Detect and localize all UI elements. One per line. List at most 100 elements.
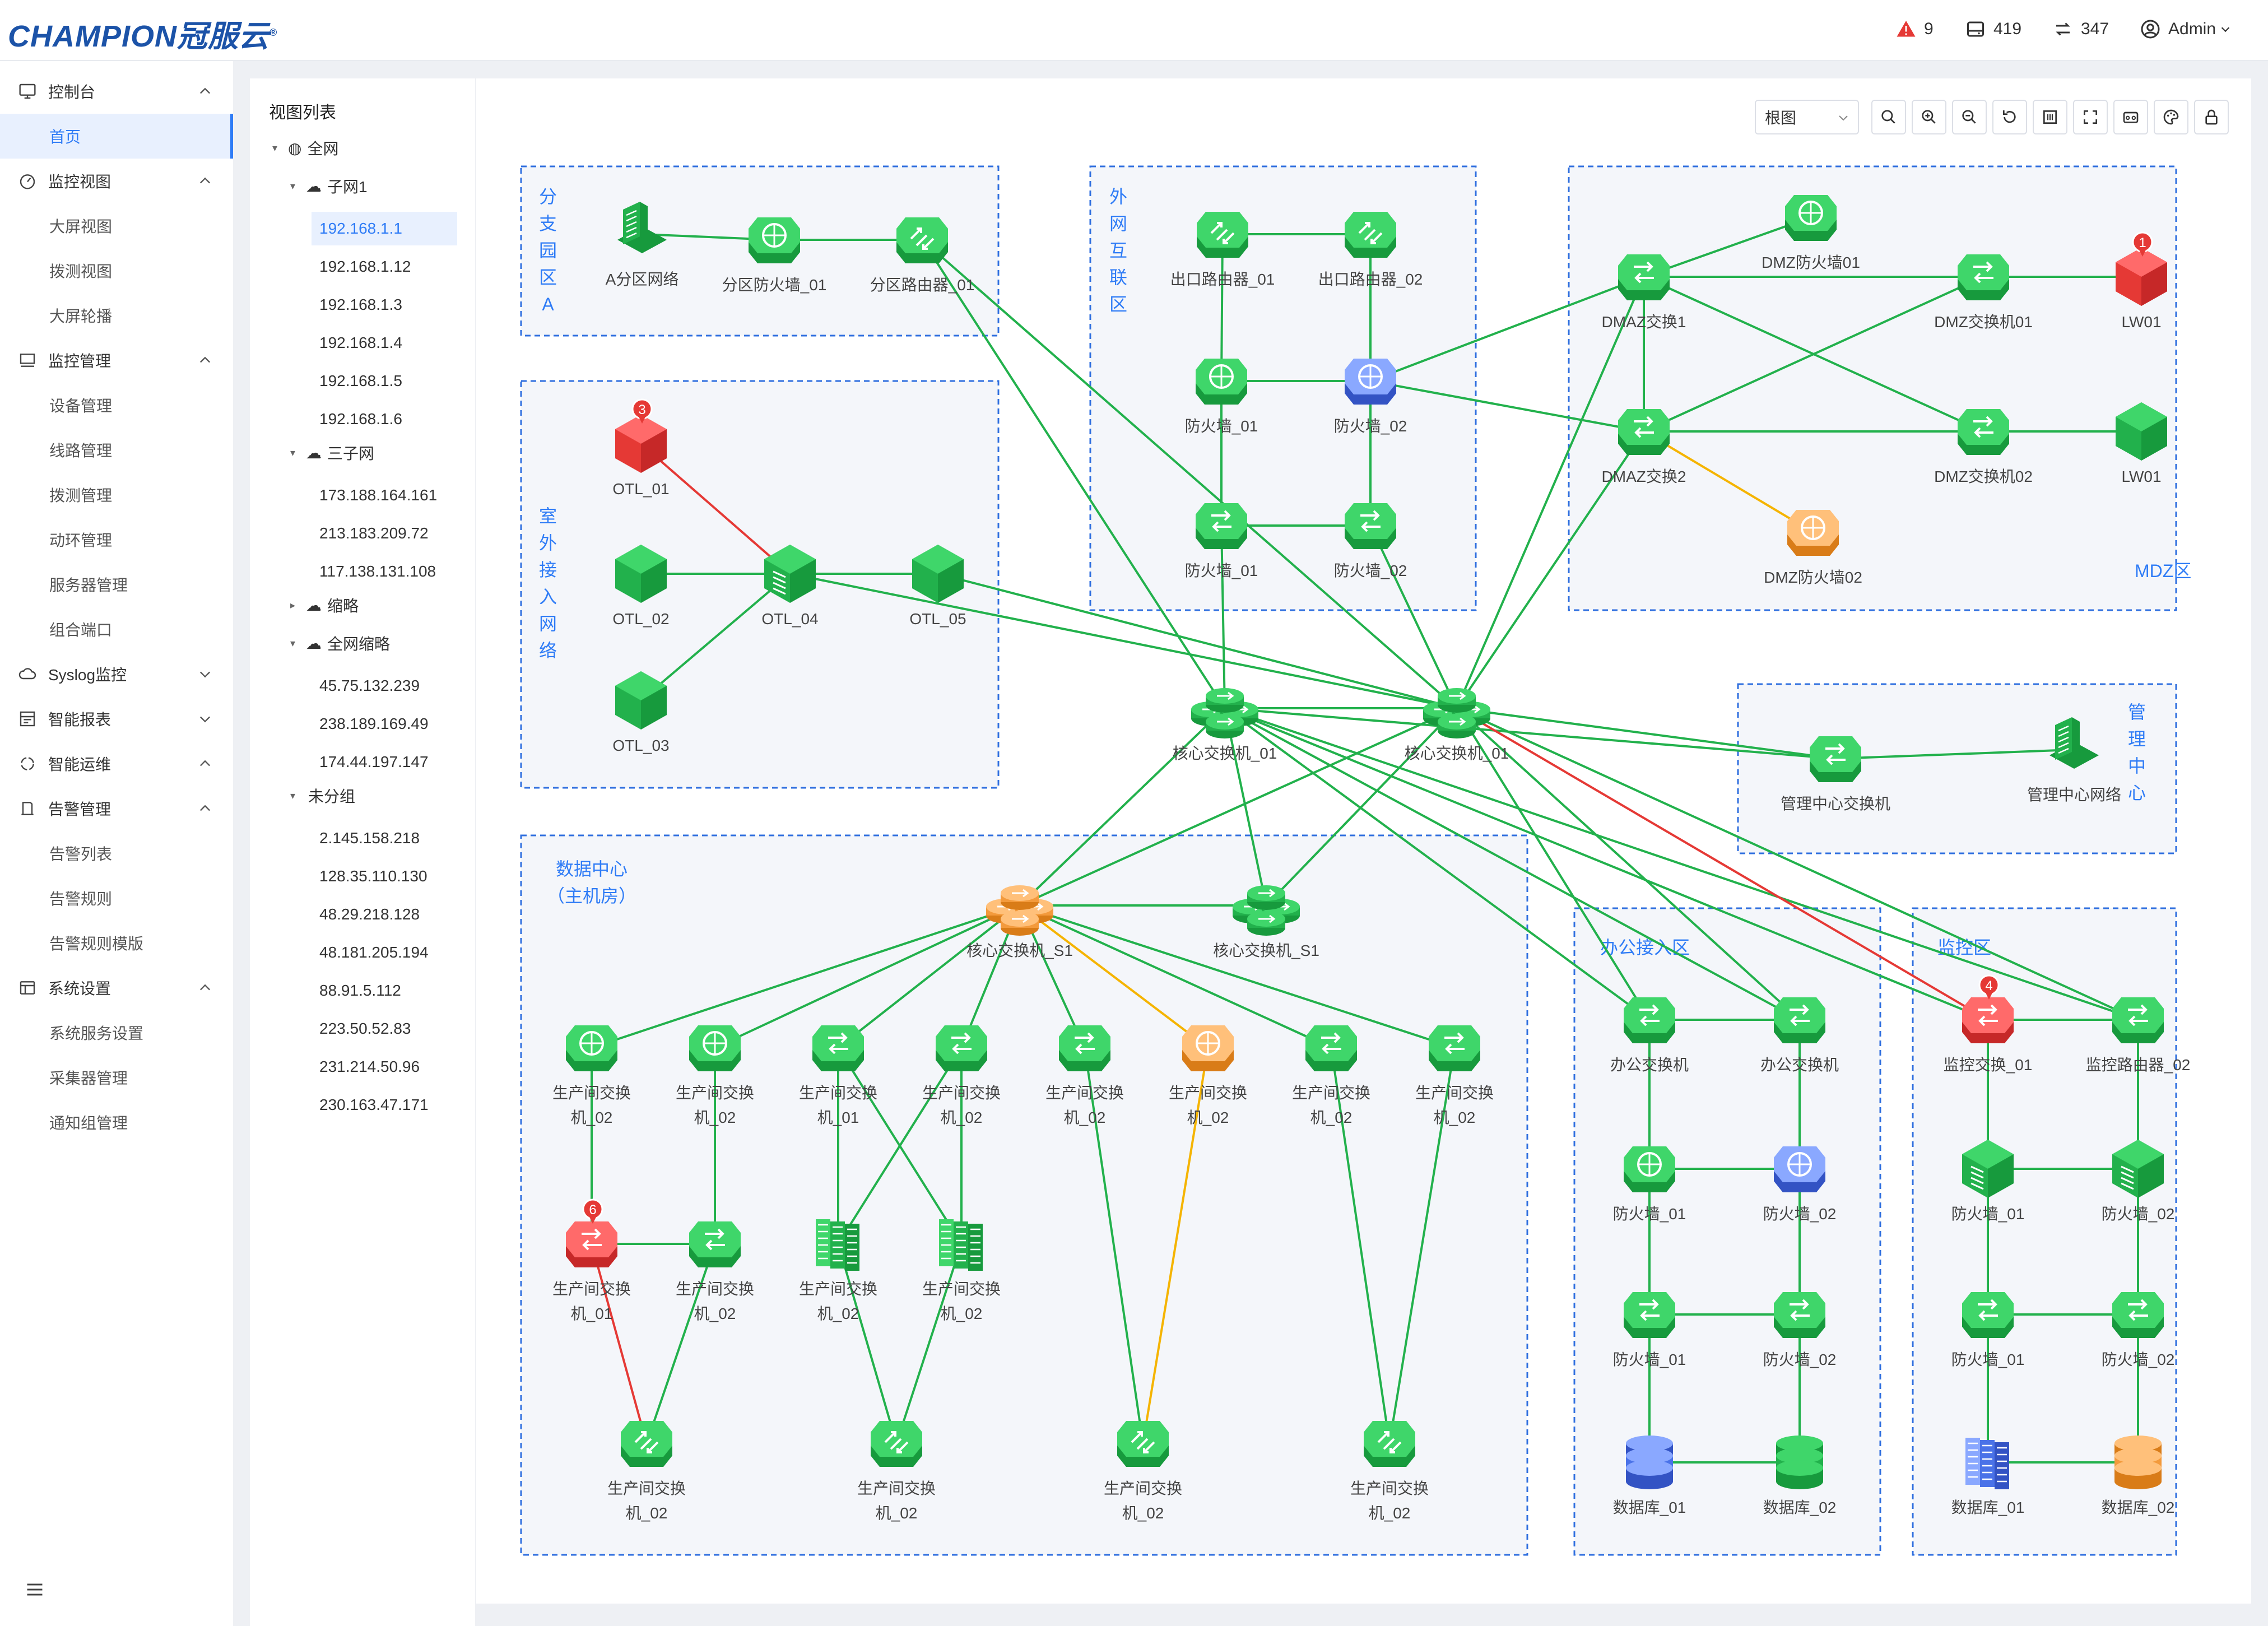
menu-syslog-label: Syslog监控: [48, 666, 127, 684]
zone-label: 外网互联区: [1109, 187, 1127, 314]
tree-group-label: 全网缩略: [327, 635, 391, 653]
chevron-up-icon: [200, 177, 210, 184]
tree-ip-item[interactable]: 230.163.47.171: [312, 1088, 457, 1122]
node-label: 防火墙_01: [1951, 1205, 2025, 1223]
node-label: 数据库_02: [2102, 1499, 2175, 1516]
zone-external[interactable]: [1089, 165, 1477, 611]
menu-report[interactable]: 智能报表: [0, 696, 233, 741]
node-core[interactable]: 核心交换机_01: [1173, 688, 1277, 762]
tree-ip-item[interactable]: 128.35.110.130: [312, 860, 457, 893]
node-cubeserver[interactable]: OTL_04: [761, 545, 819, 628]
tree-ip-item[interactable]: 192.168.1.12: [312, 250, 457, 284]
device-count[interactable]: 419: [1965, 19, 2021, 39]
tree-ip-item[interactable]: 231.214.50.96: [312, 1050, 457, 1084]
menu-carousel[interactable]: 大屏轮播: [0, 293, 233, 338]
tree-ip-item[interactable]: 117.138.131.108: [312, 555, 457, 588]
tree-ip-item[interactable]: 174.44.197.147: [312, 745, 457, 779]
zone-office[interactable]: [1573, 907, 1881, 1556]
menu-service-settings[interactable]: 系统服务设置: [0, 1010, 233, 1055]
node-label: 监控交换_01: [1944, 1056, 2033, 1074]
node-label: LW01: [2121, 468, 2161, 485]
menu-dialtest-view[interactable]: 拨测视图: [0, 248, 233, 293]
tree-ip-item[interactable]: 192.168.1.3: [312, 288, 457, 322]
menu-collector[interactable]: 采集器管理: [0, 1055, 233, 1100]
brand-logo[interactable]: CHAMPION冠服云®: [8, 11, 277, 55]
link-count[interactable]: 347: [2053, 19, 2109, 39]
user-menu[interactable]: Admin: [2140, 19, 2232, 39]
menu-alarm-template[interactable]: 告警规则模版: [0, 921, 233, 965]
menu-report-label: 智能报表: [48, 711, 111, 728]
alert-count[interactable]: 9: [1896, 19, 1934, 39]
menu-syslog[interactable]: Syslog监控: [0, 652, 233, 696]
node-label: 管理中心网络: [2027, 786, 2121, 803]
tree-group-subnet3[interactable]: ▾ ☁ 三子网: [290, 442, 374, 464]
tree-ip-item[interactable]: 48.181.205.194: [312, 936, 457, 969]
tree-ip-item[interactable]: 45.75.132.239: [312, 669, 457, 703]
settings-icon: [18, 978, 37, 997]
caret-right-icon: ▸: [290, 599, 296, 611]
user-icon: [2141, 20, 2160, 39]
tree-ip-item[interactable]: 88.91.5.112: [312, 974, 457, 1007]
caret-down-icon: ▾: [272, 142, 278, 154]
tree-ip-item[interactable]: 192.168.1.4: [312, 326, 457, 360]
node-cube[interactable]: LW01: [2116, 402, 2167, 485]
menu-dialtest-manage[interactable]: 拨测管理: [0, 472, 233, 517]
menu-notify-group[interactable]: 通知组管理: [0, 1100, 233, 1145]
cloud-icon: ☁: [306, 177, 322, 195]
tree-ip-item[interactable]: 192.168.1.1: [312, 212, 457, 245]
tree-ip-item[interactable]: 213.183.209.72: [312, 517, 457, 550]
menu-bigscreen[interactable]: 大屏视图: [0, 203, 233, 248]
menu-console[interactable]: 控制台: [0, 69, 233, 114]
tree-group-ungrouped[interactable]: ▾ 未分组: [290, 784, 355, 807]
topology-graph[interactable]: 分支园区 A外网互联区MDZ区室外接入网络管理中心数据中心（主机房）办公接入区 监控…: [476, 78, 2251, 1604]
tree-ip-item[interactable]: 192.168.1.5: [312, 364, 457, 398]
tree-group-all-thumb[interactable]: ▾ ☁ 全网缩略: [290, 632, 390, 654]
tree-ip-item[interactable]: 192.168.1.6: [312, 402, 457, 436]
node-label: DMAZ交换1: [1602, 313, 1686, 331]
menu-device-manage[interactable]: 设备管理: [0, 383, 233, 428]
alarm-badge-count: 1: [2139, 235, 2146, 250]
caret-down-icon: ▾: [290, 180, 296, 192]
caret-down-icon: ▾: [290, 789, 296, 801]
node-cube[interactable]: OTL_05: [909, 545, 966, 628]
tree-group-thumb[interactable]: ▸ ☁ 缩略: [290, 594, 359, 616]
menu-console-label: 控制台: [48, 83, 96, 101]
menu-line-manage[interactable]: 线路管理: [0, 428, 233, 472]
tree-ip-item[interactable]: 238.189.169.49: [312, 707, 457, 741]
menu-alarm[interactable]: 告警管理: [0, 786, 233, 831]
menu-ops[interactable]: 智能运维: [0, 741, 233, 786]
node-label: 数据库_01: [1613, 1499, 1686, 1516]
menu-server-manage[interactable]: 服务器管理: [0, 562, 233, 607]
link-count-value: 347: [2081, 20, 2109, 38]
menu-alarm-list[interactable]: 告警列表: [0, 831, 233, 876]
node-label: OTL_01: [612, 480, 669, 498]
menu-monitor-manage[interactable]: 监控管理: [0, 338, 233, 383]
menu-settings[interactable]: 系统设置: [0, 965, 233, 1010]
menu-home[interactable]: 首页: [0, 114, 233, 159]
tree-root[interactable]: ▾ ◍ 全网: [272, 137, 338, 159]
menu-alarm-rule[interactable]: 告警规则: [0, 876, 233, 921]
tree-ip-item[interactable]: 173.188.164.161: [312, 478, 457, 512]
node-label: 防火墙_01: [1613, 1351, 1686, 1368]
node-label: 防火墙_02: [1763, 1205, 1837, 1223]
node-cube[interactable]: OTL_03: [612, 671, 670, 754]
menu-toggle-icon[interactable]: [25, 1579, 45, 1600]
topology-canvas[interactable]: 根图 分支园区 A 外网互联区 MDZ区 室外接入网络 管理中心 数据中心（主机房） 办公接入…: [476, 78, 2251, 1604]
alarm-badge-count: 4: [1985, 978, 1992, 993]
menu-combo-port[interactable]: 组合端口: [0, 607, 233, 652]
node-label: DMZ防火墙01: [1762, 254, 1860, 271]
node-label: LW01: [2121, 313, 2161, 331]
menu-line-manage-label: 线路管理: [49, 442, 113, 459]
menu-monitor-view-label: 监控视图: [48, 173, 111, 191]
node-label: 防火墙_02: [2102, 1351, 2175, 1368]
node-cube[interactable]: OTL_02: [612, 545, 670, 628]
tree-ip-item[interactable]: 223.50.52.83: [312, 1012, 457, 1046]
tree-group-subnet1[interactable]: ▾ ☁ 子网1: [290, 175, 368, 197]
menu-env-manage[interactable]: 动环管理: [0, 517, 233, 562]
menu-notify-group-label: 通知组管理: [49, 1114, 128, 1132]
tree-ip-item[interactable]: 48.29.218.128: [312, 898, 457, 931]
zone-mdz[interactable]: [1568, 165, 2177, 611]
tree-ip-item[interactable]: 2.145.158.218: [312, 821, 457, 855]
zone-mgmt[interactable]: [1737, 683, 2177, 854]
menu-monitor-view[interactable]: 监控视图: [0, 159, 233, 203]
